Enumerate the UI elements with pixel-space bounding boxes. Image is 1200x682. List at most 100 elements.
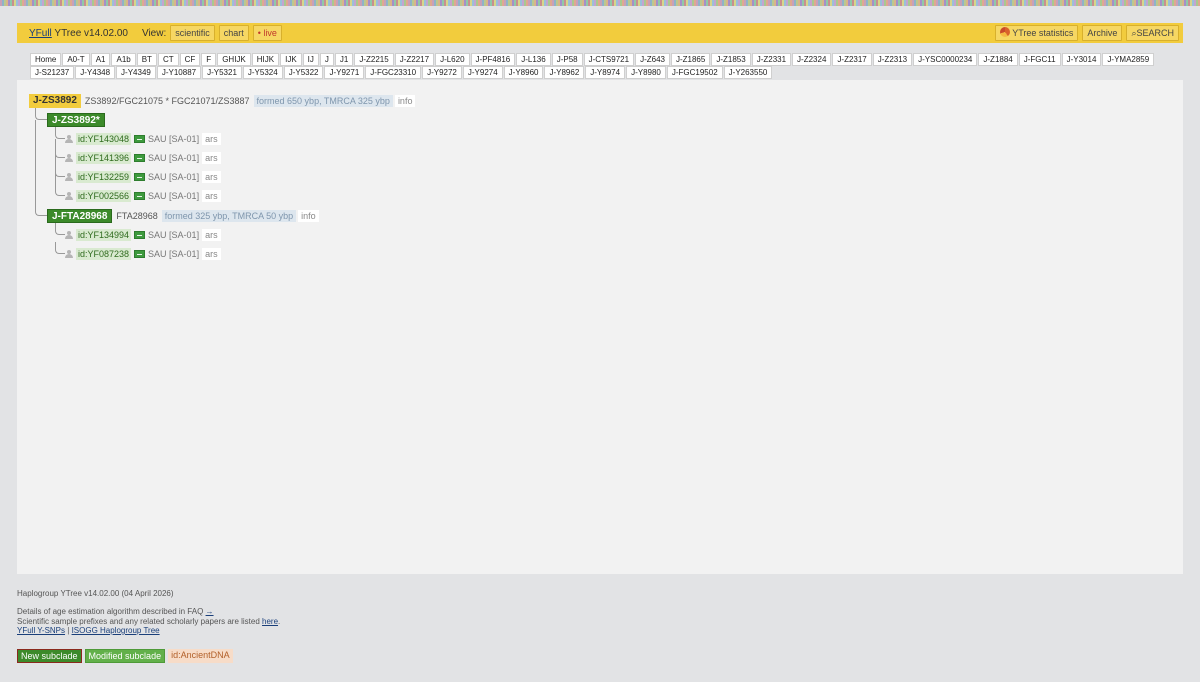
sample-id-link[interactable]: id:YF087238 xyxy=(76,248,132,260)
tab-j-l136[interactable]: J-L136 xyxy=(516,53,551,66)
legend-new-subclade: New subclade xyxy=(17,649,82,663)
isogg-tree-link[interactable]: ISOGG Haplogroup Tree xyxy=(72,626,160,635)
tab-j-y263550[interactable]: J-Y263550 xyxy=(723,66,773,79)
sample-location: SAU [SA-01] xyxy=(148,153,200,163)
search-button[interactable]: ⌕SEARCH xyxy=(1126,25,1179,41)
ytree-statistics-button[interactable]: YTree statistics xyxy=(995,25,1079,41)
tab-cf[interactable]: CF xyxy=(179,53,201,66)
tab-j-y3014[interactable]: J-Y3014 xyxy=(1061,53,1102,66)
tab-j[interactable]: J xyxy=(319,53,334,66)
tab-j-ysc0000234[interactable]: J-YSC0000234 xyxy=(913,53,978,66)
tab-j-y8980[interactable]: J-Y8980 xyxy=(626,66,666,79)
prefix-here-link[interactable]: here xyxy=(262,617,278,626)
sample-tag: ars xyxy=(202,248,221,260)
subclade-label[interactable]: J-FTA28968 xyxy=(47,209,113,223)
yfull-link[interactable]: YFull xyxy=(29,28,52,39)
legend: New subclade Modified subclade id:Ancien… xyxy=(17,649,233,663)
view-live-button[interactable]: • live xyxy=(252,25,282,41)
tab-j-p58[interactable]: J-P58 xyxy=(551,53,583,66)
tab-j-y5322[interactable]: J-Y5322 xyxy=(283,66,324,79)
tab-j-y8974[interactable]: J-Y8974 xyxy=(585,66,626,79)
person-icon xyxy=(65,173,73,181)
prefix-end: . xyxy=(278,617,281,626)
subclade-label[interactable]: J-ZS3892* xyxy=(47,113,105,127)
tab-j-z1853[interactable]: J-Z1853 xyxy=(711,53,751,66)
tab-j-z643[interactable]: J-Z643 xyxy=(635,53,670,66)
tab-j-fgc11[interactable]: J-FGC11 xyxy=(1018,53,1061,66)
archive-button[interactable]: Archive xyxy=(1082,25,1123,41)
tab-j-pf4816[interactable]: J-PF4816 xyxy=(470,53,516,66)
tab-bt[interactable]: BT xyxy=(136,53,157,66)
person-icon xyxy=(65,135,73,143)
flag-icon xyxy=(134,173,146,181)
sample-tag: ars xyxy=(202,133,221,145)
sample-row: id:YF141396 SAU [SA-01] ars xyxy=(65,152,221,164)
app-title: YFull YTree v14.02.00 xyxy=(29,28,128,39)
tab-j-z1865[interactable]: J-Z1865 xyxy=(670,53,711,66)
sample-row: id:YF002566 SAU [SA-01] ars xyxy=(65,190,221,202)
tab-hijk[interactable]: HIJK xyxy=(251,53,280,66)
tab-ijk[interactable]: IJK xyxy=(280,53,302,66)
tab-f[interactable]: F xyxy=(201,53,217,66)
tab-ghijk[interactable]: GHIJK xyxy=(217,53,251,66)
subclade-row: J-ZS3892* xyxy=(47,113,105,127)
tab-j-y10887[interactable]: J-Y10887 xyxy=(156,66,202,79)
header-right-tools: YTree statistics Archive ⌕SEARCH xyxy=(991,25,1179,41)
tab-a0-t[interactable]: A0-T xyxy=(62,53,90,66)
tab-ij[interactable]: IJ xyxy=(302,53,319,66)
faq-link[interactable]: → xyxy=(206,607,214,616)
tab-j-y5324[interactable]: J-Y5324 xyxy=(242,66,283,79)
view-chart-button[interactable]: chart xyxy=(218,25,249,41)
tab-a1[interactable]: A1 xyxy=(90,53,111,66)
subclade-info-link[interactable]: info xyxy=(298,210,319,222)
tab-j-z1884[interactable]: J-Z1884 xyxy=(978,53,1018,66)
flag-icon xyxy=(134,154,146,162)
root-clade-label[interactable]: J-ZS3892 xyxy=(29,94,81,108)
root-clade-info-link[interactable]: info xyxy=(394,95,416,107)
tab-j-y9274[interactable]: J-Y9274 xyxy=(462,66,503,79)
tab-j-y9271[interactable]: J-Y9271 xyxy=(324,66,365,79)
tab-j-fgc23310[interactable]: J-FGC23310 xyxy=(365,66,422,79)
tab-j-cts9721[interactable]: J-CTS9721 xyxy=(583,53,635,66)
view-scientific-button[interactable]: scientific xyxy=(170,25,215,41)
tab-j1[interactable]: J1 xyxy=(334,53,354,66)
root-clade-row: J-ZS3892 ZS3892/FGC21075 * FGC21071/ZS38… xyxy=(29,94,416,108)
sample-id-link[interactable]: id:YF134994 xyxy=(76,229,132,241)
tree-connector xyxy=(55,223,65,235)
sample-location: SAU [SA-01] xyxy=(148,191,200,201)
tab-j-y9272[interactable]: J-Y9272 xyxy=(422,66,462,79)
sample-tag: ars xyxy=(202,171,221,183)
tab-j-z2331[interactable]: J-Z2331 xyxy=(751,53,792,66)
tab-j-y4349[interactable]: J-Y4349 xyxy=(116,66,156,79)
sample-location: SAU [SA-01] xyxy=(148,134,200,144)
subclade-row: J-FTA28968 FTA28968 formed 325 ybp, TMRC… xyxy=(47,209,319,223)
tab-j-fgc19502[interactable]: J-FGC19502 xyxy=(666,66,723,79)
subclade-age: formed 325 ybp, TMRCA 50 ybp xyxy=(161,210,297,222)
tab-j-y5321[interactable]: J-Y5321 xyxy=(202,66,242,79)
sample-id-link[interactable]: id:YF132259 xyxy=(76,171,132,183)
yfull-ysnps-link[interactable]: YFull Y-SNPs xyxy=(17,626,65,635)
flag-icon xyxy=(134,250,146,258)
person-icon xyxy=(65,231,73,239)
tab-ct[interactable]: CT xyxy=(157,53,179,66)
tab-j-z2217[interactable]: J-Z2217 xyxy=(394,53,435,66)
sample-tag: ars xyxy=(202,190,221,202)
tab-j-z2317[interactable]: J-Z2317 xyxy=(832,53,872,66)
sample-id-link[interactable]: id:YF143048 xyxy=(76,133,132,145)
sample-id-link[interactable]: id:YF002566 xyxy=(76,190,132,202)
tab-j-l620[interactable]: J-L620 xyxy=(435,53,470,66)
tab-j-y8962[interactable]: J-Y8962 xyxy=(544,66,585,79)
root-clade-age: formed 650 ybp, TMRCA 325 ybp xyxy=(253,95,393,107)
header-bar: YFull YTree v14.02.00 View: scientific c… xyxy=(17,23,1183,43)
tab-j-z2215[interactable]: J-Z2215 xyxy=(354,53,394,66)
tab-home[interactable]: Home xyxy=(30,53,62,66)
sample-location: SAU [SA-01] xyxy=(148,249,200,259)
tab-j-z2313[interactable]: J-Z2313 xyxy=(872,53,913,66)
tab-j-z2324[interactable]: J-Z2324 xyxy=(792,53,832,66)
sample-id-link[interactable]: id:YF141396 xyxy=(76,152,132,164)
tab-j-s21237[interactable]: J-S21237 xyxy=(30,66,75,79)
tab-j-y8960[interactable]: J-Y8960 xyxy=(503,66,544,79)
tab-j-yma2859[interactable]: J-YMA2859 xyxy=(1102,53,1155,66)
tab-j-y4348[interactable]: J-Y4348 xyxy=(75,66,116,79)
tab-a1b[interactable]: A1b xyxy=(111,53,136,66)
